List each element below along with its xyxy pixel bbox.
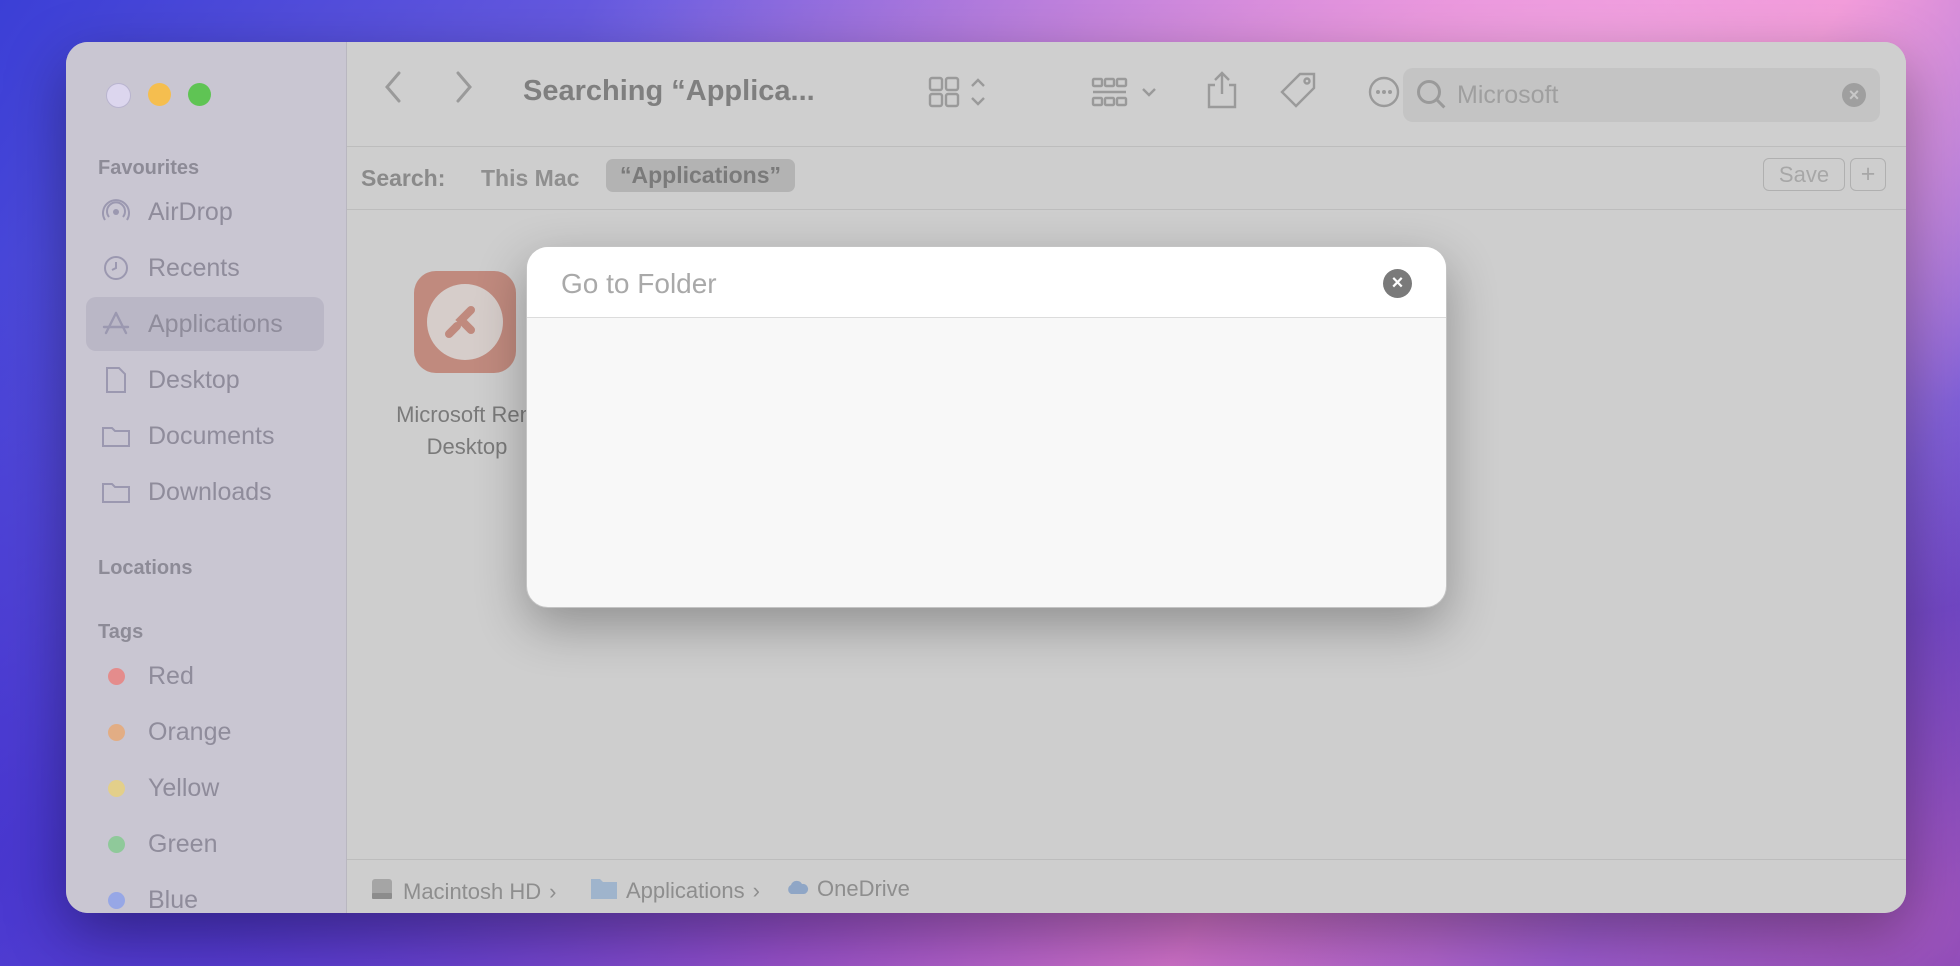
close-icon[interactable]: × — [1383, 269, 1412, 298]
favourites-heading: Favourites — [98, 157, 200, 179]
scope-this-mac-button[interactable]: This Mac — [481, 165, 579, 192]
tags-heading: Tags — [98, 621, 144, 643]
path-segment-macintosh-hd[interactable]: Macintosh HD › — [369, 876, 556, 908]
sidebar-item-label: Documents — [148, 421, 275, 450]
search-scope-bar: Search: This Mac “Applications” Save + — [347, 147, 1906, 210]
sidebar-item-tag-yellow[interactable]: Yellow — [86, 761, 324, 815]
tag-icon[interactable] — [1278, 70, 1320, 120]
sidebar-item-label: Yellow — [148, 773, 220, 802]
path-segment-applications[interactable]: Applications › — [590, 876, 760, 906]
go-to-folder-dialog: × — [526, 246, 1447, 608]
add-criteria-button[interactable]: + — [1850, 158, 1886, 191]
path-segment-label: Applications — [626, 878, 745, 903]
sidebar-item-label: Blue — [148, 885, 199, 914]
window-controls — [106, 83, 211, 108]
icon-view-icon[interactable] — [928, 76, 988, 118]
sidebar-item-tag-red[interactable]: Red — [86, 649, 324, 703]
airdrop-icon — [100, 198, 132, 226]
path-segment-label: Macintosh HD — [403, 879, 542, 904]
sidebar-item-label: AirDrop — [148, 197, 233, 226]
dialog-header: × — [527, 247, 1446, 318]
sidebar-item-recents[interactable]: Recents — [86, 241, 324, 295]
chevron-right-icon: › — [549, 879, 557, 904]
sidebar-item-label: Green — [148, 829, 218, 858]
tag-color-dot — [107, 835, 125, 853]
zoom-window-button[interactable] — [188, 83, 211, 106]
sidebar-item-label: Red — [148, 661, 194, 690]
clock-icon — [100, 255, 132, 281]
sidebar-item-documents[interactable]: Documents — [86, 409, 324, 463]
sidebar-item-label: Desktop — [148, 365, 240, 394]
tag-color-dot — [107, 723, 125, 741]
search-field[interactable]: Microsoft × — [1403, 68, 1880, 122]
tag-color-dot — [107, 779, 125, 797]
back-icon[interactable] — [383, 70, 403, 112]
remote-desktop-icon — [414, 271, 516, 373]
sidebar-item-tag-orange[interactable]: Orange — [86, 705, 324, 759]
path-bar: Macintosh HD › Applications › OneDrive — [347, 859, 1906, 913]
scope-applications-button[interactable]: “Applications” — [606, 159, 796, 192]
close-window-button[interactable] — [106, 83, 131, 108]
document-icon — [100, 366, 132, 394]
hard-drive-icon — [369, 876, 395, 908]
search-scope-label: Search: — [361, 165, 446, 191]
search-input[interactable]: Microsoft — [1457, 81, 1558, 110]
sidebar-item-tag-green[interactable]: Green — [86, 817, 324, 871]
toolbar: Searching “Applica... Microsoft × — [347, 42, 1906, 147]
applications-folder-icon — [590, 876, 618, 906]
minimize-window-button[interactable] — [148, 83, 171, 106]
path-segment-label: OneDrive — [817, 876, 910, 901]
window-title: Searching “Applica... — [523, 75, 815, 107]
save-search-button[interactable]: Save — [1763, 158, 1845, 191]
sidebar-item-label: Orange — [148, 717, 232, 746]
go-to-folder-input[interactable] — [559, 265, 1343, 303]
share-icon[interactable] — [1205, 70, 1239, 118]
folder-icon — [100, 424, 132, 448]
cloud-icon — [785, 876, 809, 902]
sidebar-item-downloads[interactable]: Downloads — [86, 465, 324, 519]
tag-color-dot — [107, 891, 125, 909]
applications-icon — [100, 311, 132, 337]
sidebar-item-label: Recents — [148, 253, 240, 282]
locations-heading: Locations — [98, 557, 193, 579]
sidebar-item-label: Downloads — [148, 477, 272, 506]
sidebar-item-airdrop[interactable]: AirDrop — [86, 185, 324, 239]
sidebar-item-applications[interactable]: Applications — [86, 297, 324, 351]
folder-icon — [100, 480, 132, 504]
sidebar-item-tag-blue[interactable]: Blue — [86, 873, 324, 913]
sidebar-item-desktop[interactable]: Desktop — [86, 353, 324, 407]
path-segment-onedrive[interactable]: OneDrive — [785, 876, 910, 902]
tag-color-dot — [107, 667, 125, 685]
search-icon — [1417, 80, 1441, 104]
sidebar: Favourites AirDrop Recents Applications … — [66, 42, 347, 913]
sidebar-item-label: Applications — [148, 309, 283, 338]
group-icon[interactable] — [1091, 76, 1163, 118]
chevron-right-icon: › — [752, 878, 760, 903]
forward-icon[interactable] — [454, 70, 474, 112]
clear-search-icon[interactable]: × — [1842, 83, 1866, 107]
